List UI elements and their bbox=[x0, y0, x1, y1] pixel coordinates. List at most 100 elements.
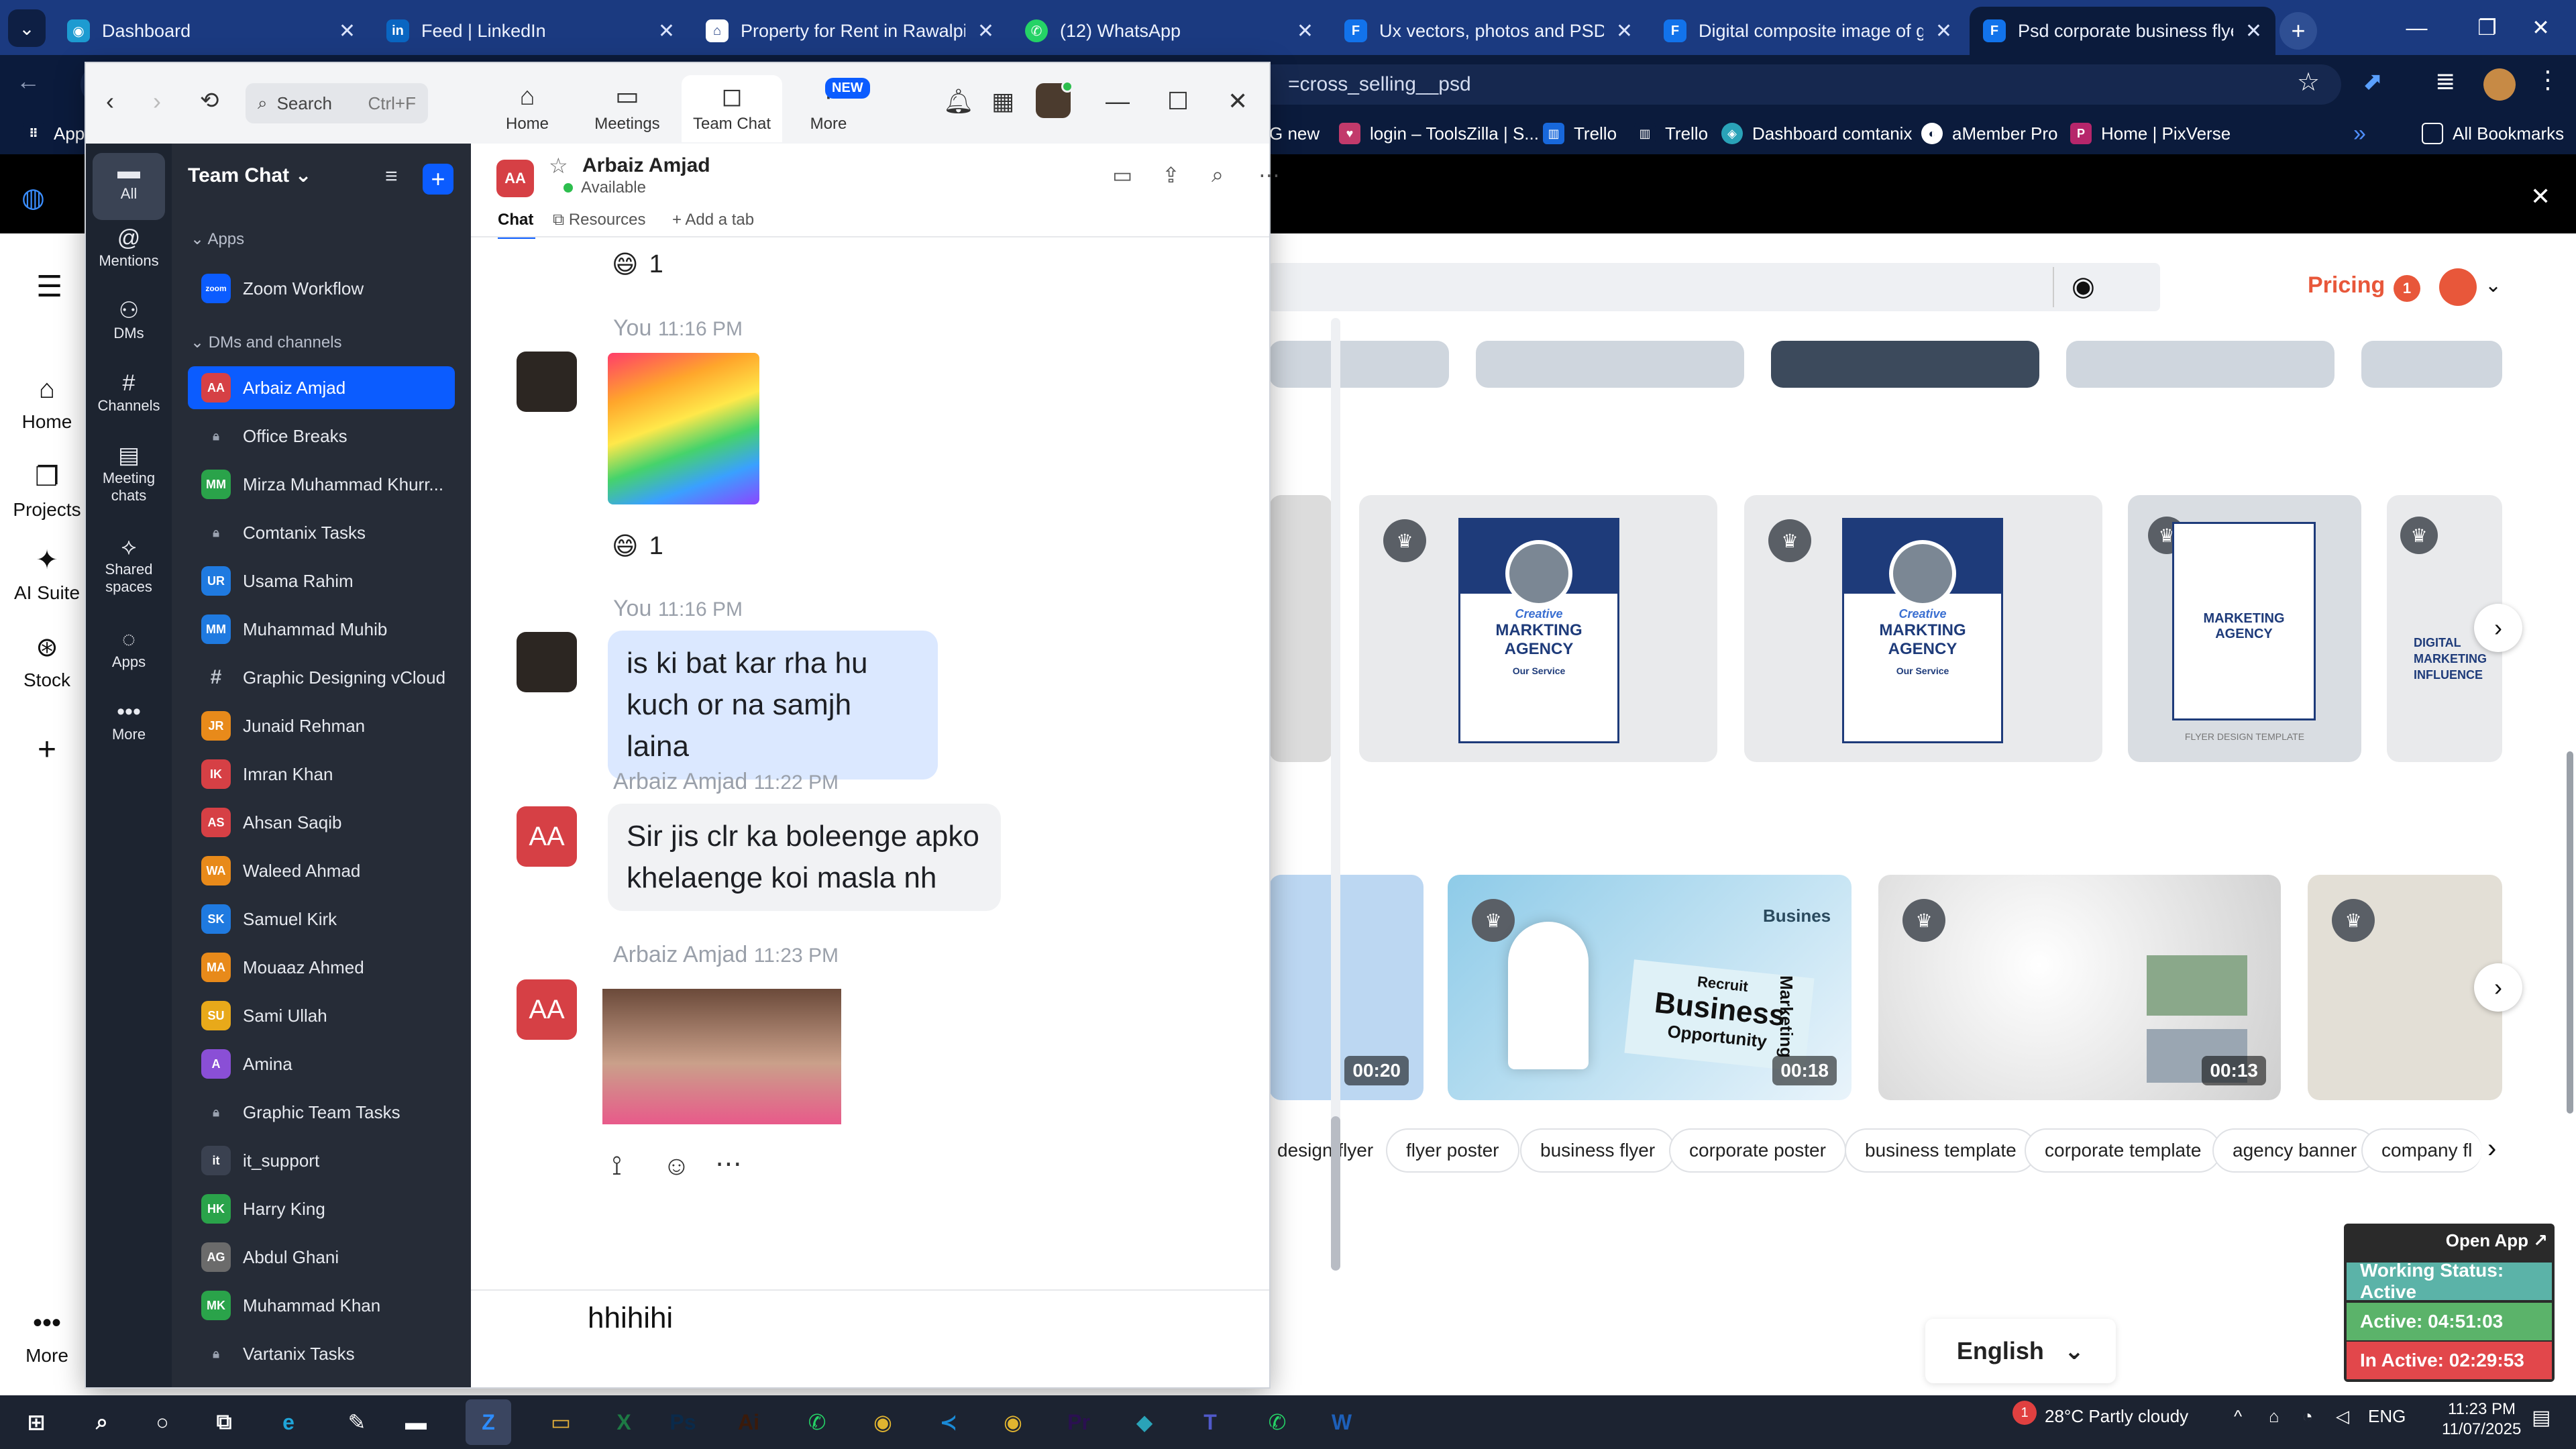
bookmark-star-icon[interactable]: ☆ bbox=[2297, 67, 2320, 97]
tab-search-icon[interactable]: ⌄ bbox=[8, 9, 46, 47]
rail-more[interactable]: ••• More bbox=[93, 700, 165, 743]
list-item[interactable]: it it_support bbox=[188, 1139, 455, 1182]
volume-icon[interactable]: ◁ bbox=[2336, 1406, 2349, 1427]
my-avatar[interactable] bbox=[517, 352, 577, 412]
browser-tab-freepik-2[interactable]: F Digital composite image of gra ✕ bbox=[1650, 7, 1966, 55]
video-card[interactable]: ♛ bbox=[2308, 875, 2502, 1100]
result-card[interactable] bbox=[2361, 341, 2502, 388]
zoom-search-input[interactable]: ⌕ Search Ctrl+F bbox=[246, 83, 428, 123]
scrollbar-thumb[interactable] bbox=[2567, 751, 2573, 1114]
more-options-icon[interactable]: ⋯ bbox=[1258, 162, 1280, 188]
rail-mentions[interactable]: @ Mentions bbox=[93, 227, 165, 270]
list-item[interactable]: AS Ahsan Saqib bbox=[188, 801, 455, 844]
close-window-icon[interactable]: ✕ bbox=[2506, 0, 2576, 55]
chrome-alt-taskbar-icon[interactable]: ◉ bbox=[990, 1399, 1036, 1445]
browser-tab-whatsapp[interactable]: ✆ (12) WhatsApp ✕ bbox=[1012, 7, 1327, 55]
browser-tab-freepik-1[interactable]: F Ux vectors, photos and PSD files ✕ bbox=[1331, 7, 1646, 55]
my-avatar[interactable] bbox=[517, 632, 577, 692]
list-item[interactable]: MK Muhammad Khan bbox=[188, 1284, 455, 1327]
chevron-up-icon[interactable]: ^ bbox=[2234, 1406, 2242, 1427]
list-item[interactable]: 🔒︎ Graphic Team Tasks bbox=[188, 1091, 455, 1134]
more-actions-icon[interactable]: ⋯ bbox=[715, 1148, 742, 1179]
whatsapp-alt-taskbar-icon[interactable]: ✆ bbox=[1254, 1399, 1300, 1445]
close-icon[interactable]: ✕ bbox=[1228, 87, 1248, 115]
list-item[interactable]: WA Waleed Ahmad bbox=[188, 849, 455, 892]
list-item[interactable]: SU Sami Ullah bbox=[188, 994, 455, 1037]
star-icon[interactable]: ☆ bbox=[549, 153, 568, 178]
bookmark-trello-2[interactable]: ▥ Trello bbox=[1634, 115, 1708, 152]
language-indicator[interactable]: ENG bbox=[2368, 1406, 2406, 1427]
zoom-profile-avatar[interactable] bbox=[1036, 80, 1073, 118]
chevron-down-icon[interactable]: ⌄ bbox=[2485, 274, 2502, 297]
rail-dms[interactable]: ⚇ DMs bbox=[93, 299, 165, 342]
search-taskbar-icon[interactable]: ⌕ bbox=[79, 1399, 125, 1445]
language-select[interactable]: English ⌄ bbox=[1925, 1319, 2116, 1383]
video-card[interactable]: 00:20 bbox=[1269, 875, 1424, 1100]
site-nav-add-icon[interactable]: + bbox=[0, 731, 94, 768]
list-item-zoom-workflow[interactable]: zoom Zoom Workflow bbox=[188, 267, 455, 310]
close-tab-icon[interactable]: ✕ bbox=[339, 19, 356, 43]
site-nav-projects[interactable]: ❐ Projects bbox=[0, 462, 94, 521]
tags-next-icon[interactable]: › bbox=[2487, 1134, 2496, 1164]
close-banner-icon[interactable]: ✕ bbox=[2530, 182, 2551, 211]
word-taskbar-icon[interactable]: W bbox=[1319, 1399, 1364, 1445]
premiere-taskbar-icon[interactable]: Pr bbox=[1056, 1399, 1102, 1445]
diamond-app-taskbar-icon[interactable]: ◆ bbox=[1122, 1399, 1167, 1445]
minimize-window-icon[interactable]: — bbox=[2381, 0, 2452, 55]
terminal-taskbar-icon[interactable]: ▬ bbox=[393, 1399, 439, 1445]
list-item[interactable]: A Amina bbox=[188, 1042, 455, 1085]
bookmark-amember[interactable]: ◐ aMember Pro bbox=[1921, 115, 2058, 152]
result-card[interactable] bbox=[2066, 341, 2334, 388]
reaction-chip[interactable]: 😄 1 bbox=[612, 250, 663, 280]
list-item[interactable]: MM Mirza Muhammad Khurr... bbox=[188, 463, 455, 506]
browser-tab-dashboard[interactable]: ◉ Dashboard ✕ bbox=[54, 7, 369, 55]
list-item[interactable]: IK Imran Khan bbox=[188, 753, 455, 796]
compose-input[interactable]: hhihihi bbox=[588, 1301, 673, 1335]
sender-avatar[interactable]: AA bbox=[517, 806, 577, 867]
rail-all[interactable]: ▬ All bbox=[93, 153, 165, 220]
illustrator-taskbar-icon[interactable]: Ai bbox=[726, 1399, 771, 1445]
chat-avatar[interactable]: AA bbox=[496, 160, 534, 197]
message-bubble[interactable]: Sir jis clr ka boleenge apko khelaenge k… bbox=[608, 804, 1001, 911]
pricing-link[interactable]: Pricing bbox=[2308, 272, 2385, 299]
flyer-card[interactable]: ♛ Creative MARKTING AGENCY Our Service bbox=[1744, 495, 2102, 762]
nav-meetings[interactable]: ▭ Meetings bbox=[582, 75, 672, 142]
rail-apps[interactable]: ◌ Apps bbox=[93, 628, 165, 671]
open-app-link[interactable]: Open App ↗ bbox=[2446, 1230, 2548, 1251]
site-search-input[interactable] bbox=[1268, 263, 2160, 311]
list-item[interactable]: AA Arbaiz Amjad bbox=[188, 366, 455, 409]
tag-pill[interactable]: corporate template bbox=[2025, 1128, 2222, 1173]
rail-shared-spaces[interactable]: ⟡ Shared spaces bbox=[93, 535, 165, 596]
chrome-taskbar-icon[interactable]: ◉ bbox=[860, 1399, 906, 1445]
history-icon[interactable]: ⟲ bbox=[200, 87, 219, 114]
extension-icon[interactable]: ⬈ bbox=[2363, 67, 2383, 95]
list-item[interactable]: AG Abdul Ghani bbox=[188, 1236, 455, 1279]
bell-icon[interactable]: 🔔︎ bbox=[943, 87, 974, 115]
windows-start-taskbar-icon[interactable]: ⊞ bbox=[13, 1399, 59, 1445]
tag-pill[interactable]: design flyer bbox=[1258, 1128, 1393, 1173]
network-icon[interactable]: ⌂ bbox=[2269, 1406, 2279, 1427]
video-card[interactable]: ♛ 00:13 bbox=[1878, 875, 2281, 1100]
carousel-next-icon[interactable]: › bbox=[2474, 604, 2522, 652]
site-nav-home[interactable]: ⌂ Home bbox=[0, 374, 94, 433]
list-item[interactable]: MM Muhammad Muhib bbox=[188, 608, 455, 651]
profile-avatar[interactable] bbox=[2483, 68, 2516, 101]
list-item[interactable]: UR Usama Rahim bbox=[188, 559, 455, 602]
tag-pill[interactable]: agency banner bbox=[2212, 1128, 2377, 1173]
list-item[interactable]: 🔒︎ Vartanix Tasks bbox=[188, 1332, 455, 1375]
cortana-taskbar-icon[interactable]: ○ bbox=[140, 1399, 185, 1445]
forward-arrow-icon[interactable]: › bbox=[153, 87, 161, 115]
minimize-icon[interactable]: — bbox=[1106, 87, 1130, 115]
message-image-popsicles[interactable] bbox=[608, 353, 759, 504]
message-image-baby[interactable] bbox=[602, 989, 841, 1124]
site-nav-more[interactable]: ••• More bbox=[0, 1308, 94, 1366]
back-arrow-icon[interactable]: ‹ bbox=[106, 87, 114, 115]
chat-contact-name[interactable]: Arbaiz Amjad bbox=[582, 154, 710, 177]
reading-list-icon[interactable]: ≣ bbox=[2435, 67, 2455, 95]
result-card[interactable] bbox=[1771, 341, 2039, 388]
excel-taskbar-icon[interactable]: X bbox=[601, 1399, 647, 1445]
notification-badge[interactable]: 1 bbox=[2394, 275, 2420, 302]
close-tab-icon[interactable]: ✕ bbox=[1935, 19, 1952, 43]
new-tab-icon[interactable]: + bbox=[2279, 12, 2317, 50]
tag-pill[interactable]: flyer poster bbox=[1386, 1128, 1519, 1173]
